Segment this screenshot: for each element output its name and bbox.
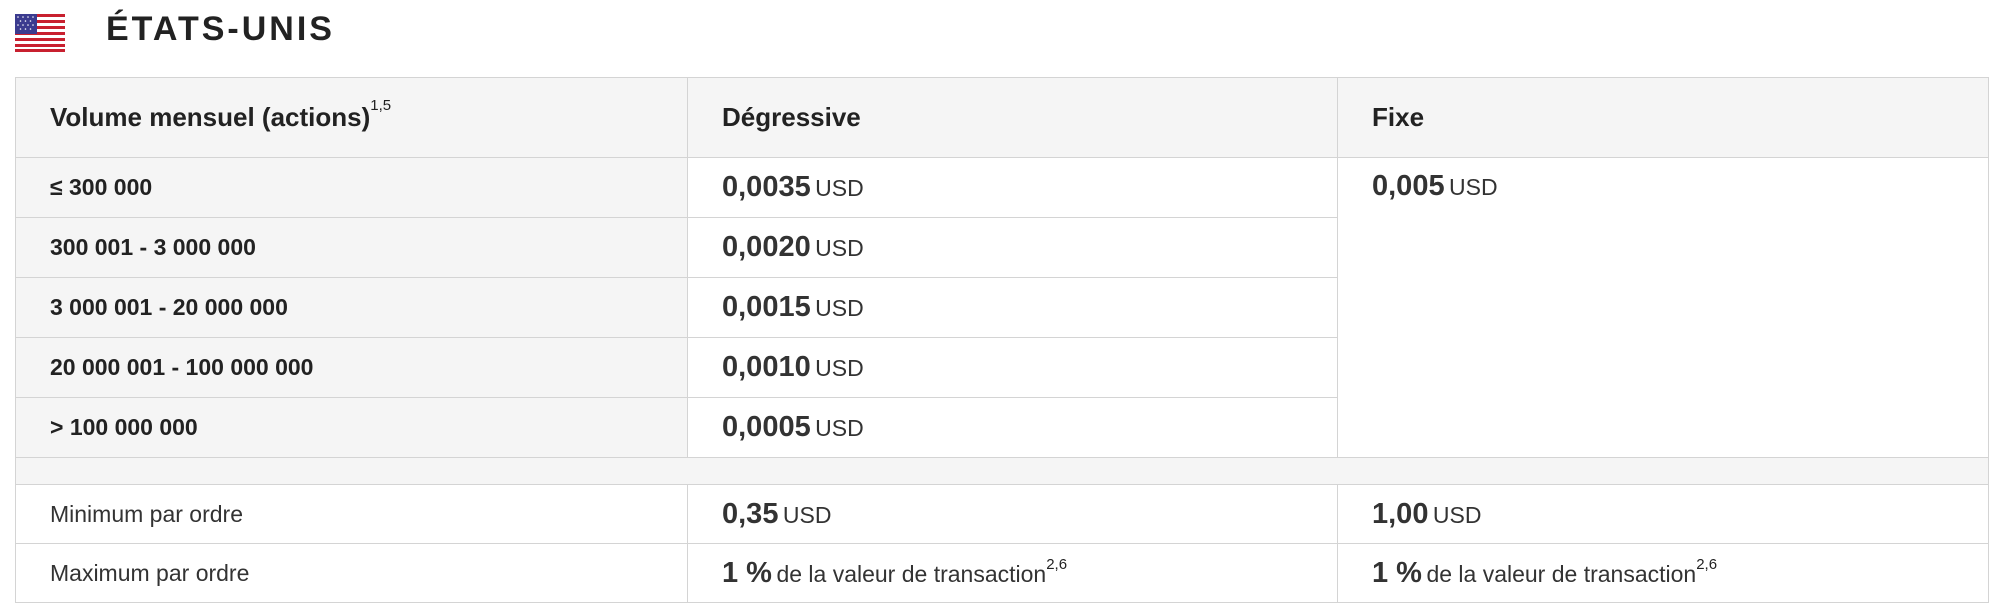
degressive-price: 0,0015 USD <box>687 277 1338 338</box>
header-degressive: Dégressive <box>687 77 1338 158</box>
tier-label: ≤ 300 000 <box>15 157 688 218</box>
tier-label: 3 000 001 - 20 000 000 <box>15 277 688 338</box>
footnote-ref: 1,5 <box>370 97 392 115</box>
table-row-maximum: Maximum par ordre 1 % de la valeur de tr… <box>15 543 1989 603</box>
fee-table: Volume mensuel (actions)1,5 Dégressive F… <box>15 77 1989 603</box>
table-row: ≤ 300 000 0,0035 USD 0,005 USD <box>15 157 1989 458</box>
tier-label: 300 001 - 3 000 000 <box>15 217 688 278</box>
degressive-price: 0,0020 USD <box>687 217 1338 278</box>
degressive-price: 0,0005 USD <box>687 397 1338 458</box>
header-volume: Volume mensuel (actions)1,5 <box>15 77 688 158</box>
country-header: ÉTATS-UNIS <box>0 0 2000 66</box>
degressive-price: 0,0035 USD <box>687 157 1338 218</box>
minimum-fixed: 1,00 USD <box>1337 484 1989 544</box>
table-header-row: Volume mensuel (actions)1,5 Dégressive F… <box>15 77 1989 158</box>
header-fixed: Fixe <box>1337 77 1989 158</box>
maximum-label: Maximum par ordre <box>15 543 688 603</box>
footnote-ref: 2,6 <box>1696 556 1718 574</box>
minimum-label: Minimum par ordre <box>15 484 688 544</box>
table-divider <box>15 457 1989 485</box>
maximum-degressive: 1 % de la valeur de transaction2,6 <box>687 543 1338 603</box>
page-title: ÉTATS-UNIS <box>106 10 335 48</box>
maximum-fixed: 1 % de la valeur de transaction2,6 <box>1337 543 1989 603</box>
degressive-price: 0,0010 USD <box>687 337 1338 398</box>
us-flag-icon <box>15 14 65 52</box>
footnote-ref: 2,6 <box>1046 556 1068 574</box>
minimum-degressive: 0,35 USD <box>687 484 1338 544</box>
tier-label: 20 000 001 - 100 000 000 <box>15 337 688 398</box>
fixed-price: 0,005 USD <box>1337 157 1989 458</box>
tier-label: > 100 000 000 <box>15 397 688 458</box>
table-row-minimum: Minimum par ordre 0,35 USD 1,00 USD <box>15 484 1989 544</box>
